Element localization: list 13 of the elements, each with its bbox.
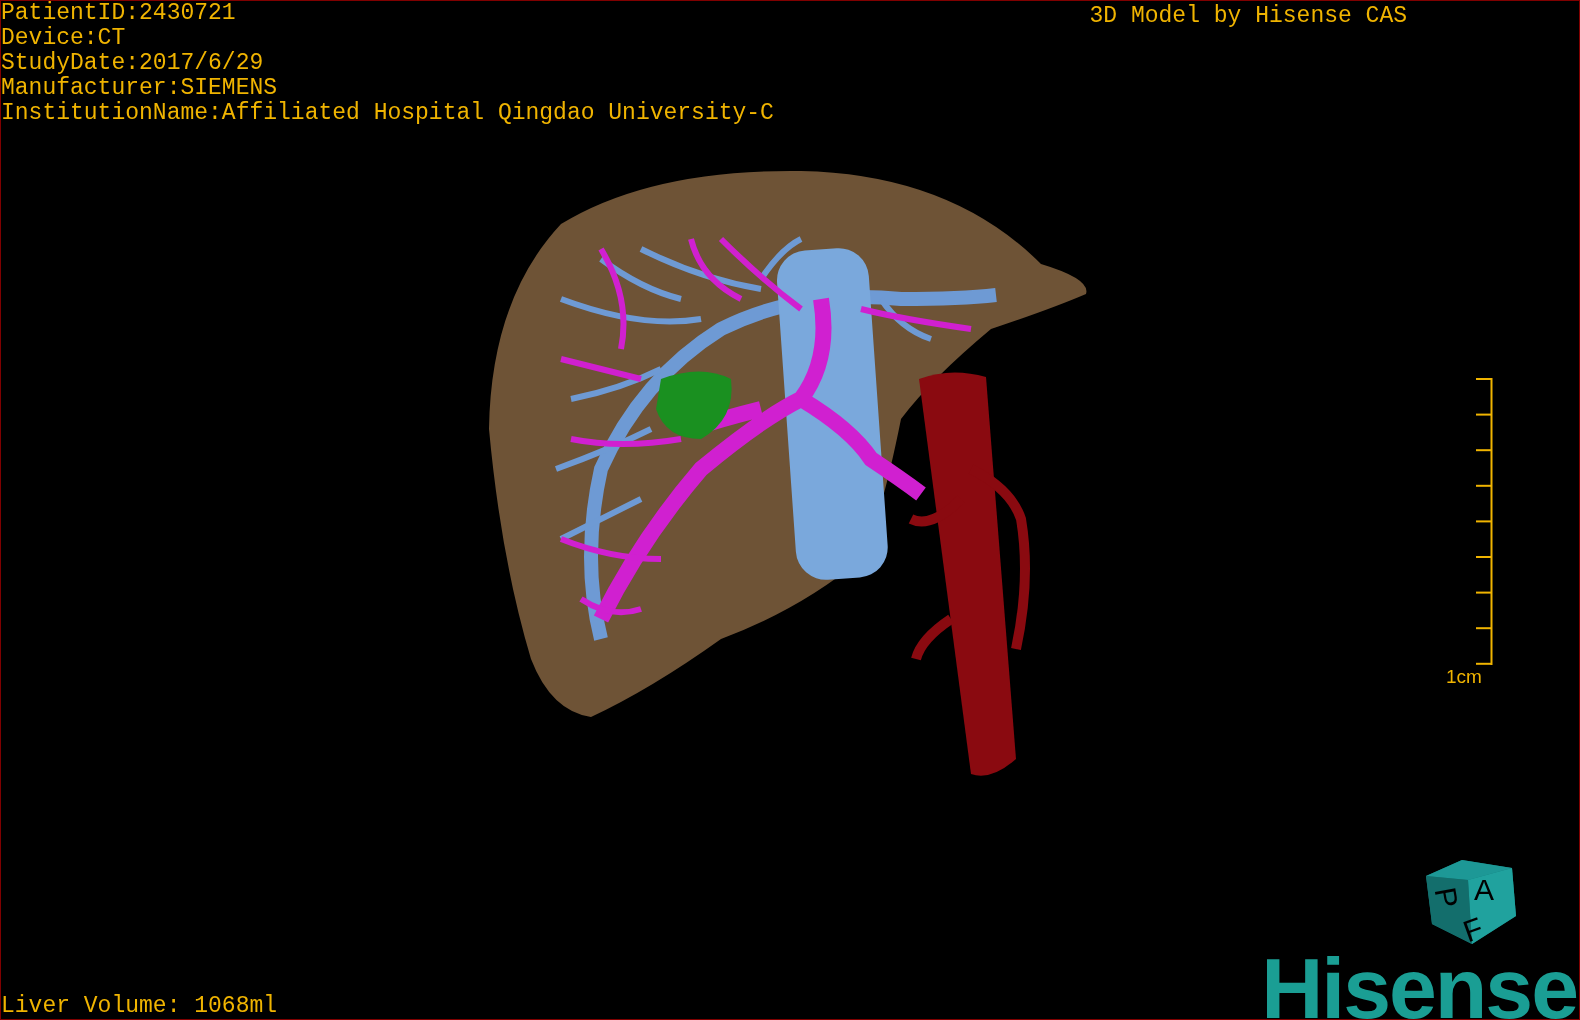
patient-info-text: PatientID:2430721	[1, 1, 237, 26]
patient-info-text: StudyDate:2017/6/29	[1, 51, 265, 76]
liver-volume-text: Liver Volume: 1068ml	[1, 994, 278, 1019]
cube-face-letter: P	[1428, 884, 1465, 911]
cube-face-letter: A	[1474, 872, 1494, 906]
patient-info-text: InstitutionName:Affiliated Hospital Qingdao University-C	[1, 101, 774, 126]
patient-info-text: Manufacturer:SIEMENS	[1, 76, 279, 101]
patient-info-text: Device:CT	[1, 26, 127, 51]
orientation-cube-icon[interactable]	[1426, 860, 1516, 944]
brand-logo: Hisense	[1261, 949, 1577, 1019]
cube-face-letter: F	[1458, 910, 1488, 949]
scale-label: 1cm	[1446, 665, 1482, 689]
viewer-title: 3D Model by Hisense CAS	[1089, 2, 1407, 31]
